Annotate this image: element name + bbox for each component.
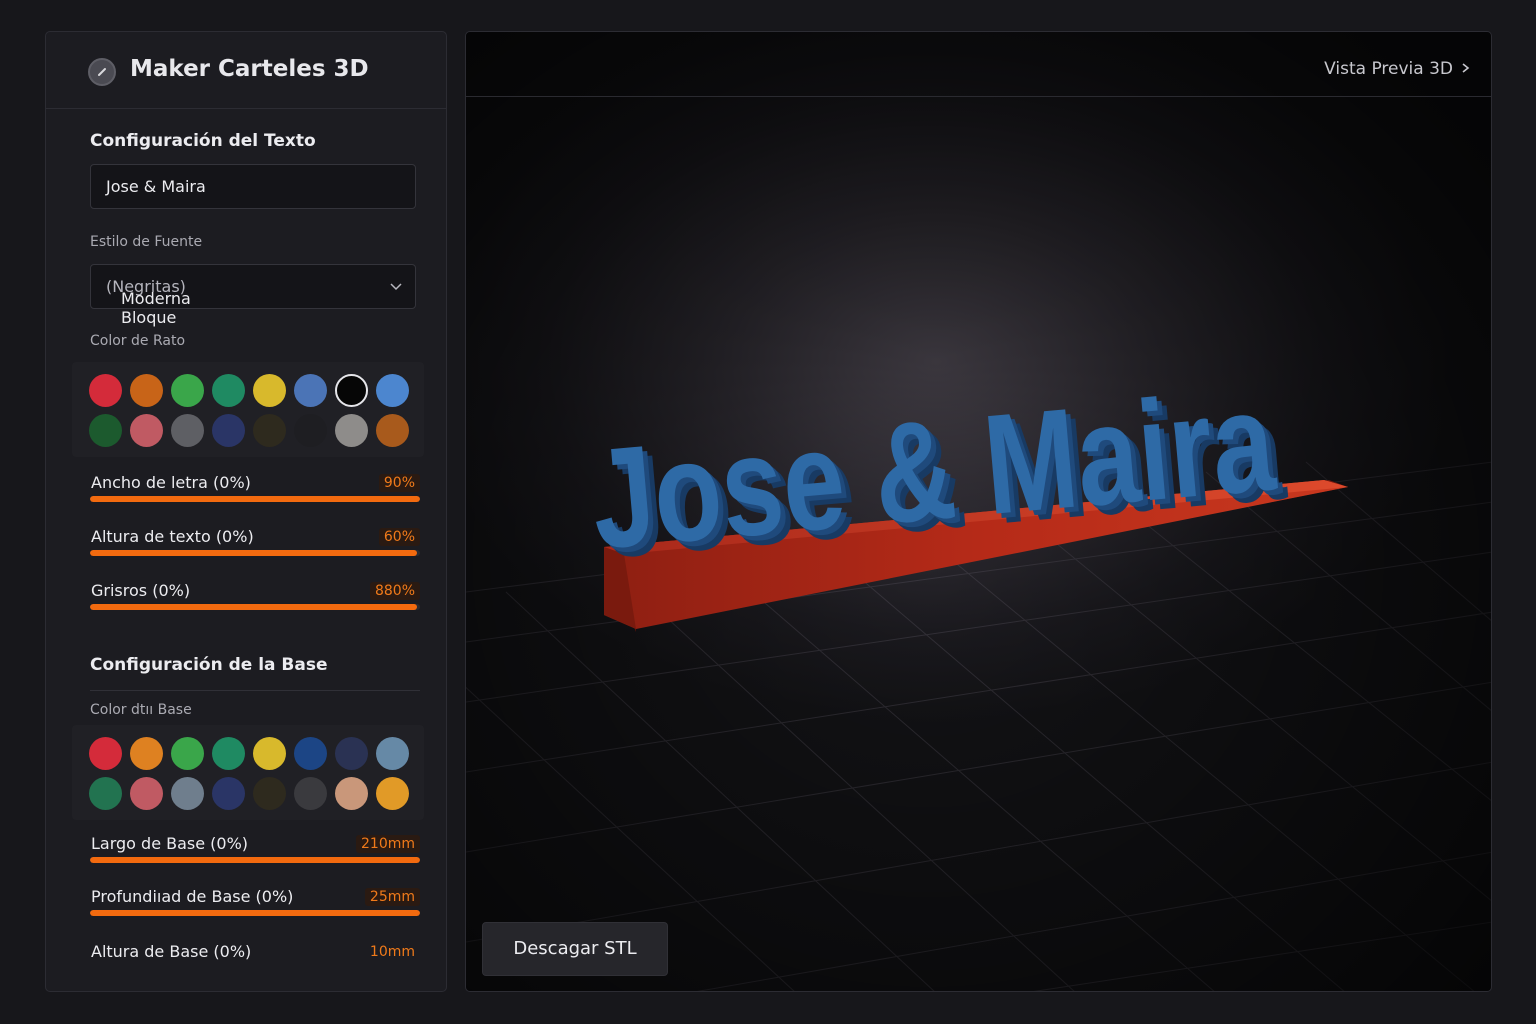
base-color-swatch[interactable]: [253, 777, 286, 810]
slider-fill: [90, 857, 420, 863]
section-divider: [90, 690, 420, 691]
slider-track[interactable]: [90, 550, 420, 556]
slider-value: 25mm: [364, 888, 420, 906]
slider-fill: [90, 496, 420, 502]
text-color-swatch[interactable]: [294, 374, 327, 407]
slider-track[interactable]: [90, 910, 420, 916]
sign-3d-viewport[interactable]: Jose & Maira Jose & Maira Jose & Maira: [466, 32, 1492, 992]
text-color-swatch[interactable]: [171, 374, 204, 407]
text-color-swatch[interactable]: [171, 414, 204, 447]
text-color-label: Color de Rato: [90, 333, 186, 349]
slider-track[interactable]: [90, 604, 420, 610]
slider-fill: [90, 910, 420, 916]
preview-title[interactable]: Vista Previa 3D: [1324, 59, 1453, 79]
text-color-swatch[interactable]: [253, 374, 286, 407]
text-color-swatch[interactable]: [130, 374, 163, 407]
text-color-swatch[interactable]: [294, 414, 327, 447]
slider-label: Ancho de letra (0%): [91, 473, 251, 492]
chevron-right-icon[interactable]: [1461, 62, 1471, 74]
slider-label: Grisros (0%): [91, 581, 191, 600]
chevron-down-icon: [390, 283, 402, 291]
panel-header: Maker Carteles 3D: [46, 32, 446, 109]
base-color-swatch[interactable]: [212, 737, 245, 770]
slider-track[interactable]: [90, 496, 420, 502]
text-config-title: Configuración del Texto: [90, 131, 316, 151]
logo-icon: [88, 58, 116, 86]
font-style-label: Estilo de Fuente: [90, 234, 203, 250]
slider-control[interactable]: Grisros (0%) 880%: [90, 581, 420, 621]
base-color-swatch[interactable]: [130, 737, 163, 770]
preview-header: Vista Previa 3D: [466, 32, 1491, 97]
slider-control[interactable]: Profundiıad de Base (0%) 25mm: [90, 887, 420, 927]
slider-control[interactable]: Altura de texto (0%) 60%: [90, 527, 420, 567]
slider-track[interactable]: [90, 857, 420, 863]
base-color-swatch[interactable]: [89, 777, 122, 810]
slider-label: Altura de Base (0%): [91, 942, 252, 961]
base-color-swatch[interactable]: [335, 777, 368, 810]
text-color-swatch[interactable]: [253, 414, 286, 447]
font-style-select[interactable]: Moderna Bloque (Negritas): [90, 264, 416, 327]
base-color-swatch[interactable]: [294, 737, 327, 770]
text-color-swatch[interactable]: [212, 414, 245, 447]
slider-value: 60%: [378, 528, 420, 546]
slider-value: 880%: [369, 582, 420, 600]
text-color-swatch[interactable]: [335, 374, 368, 407]
slider-label: Largo de Base (0%): [91, 834, 249, 853]
sign-text-input[interactable]: Jose & Maira: [90, 164, 416, 209]
base-color-swatch[interactable]: [376, 777, 409, 810]
base-color-palette: [72, 725, 424, 820]
text-color-swatch[interactable]: [376, 374, 409, 407]
base-color-swatch[interactable]: [130, 777, 163, 810]
settings-panel: Maker Carteles 3D Configuración del Text…: [45, 31, 447, 992]
base-config-title: Configuración de la Base: [90, 655, 328, 675]
slider-value: 90%: [378, 474, 420, 492]
text-color-swatch[interactable]: [212, 374, 245, 407]
sign-text-value: Jose & Maira: [106, 177, 206, 196]
slider-value: 210mm: [356, 835, 420, 853]
base-color-swatch[interactable]: [376, 737, 409, 770]
slider-fill: [90, 604, 417, 610]
slider-label: Altura de texto (0%): [91, 527, 254, 546]
base-color-label: Color dtıı Base: [90, 702, 192, 718]
slider-fill: [90, 550, 417, 556]
app-title: Maker Carteles 3D: [130, 56, 369, 82]
text-color-swatch[interactable]: [89, 414, 122, 447]
base-color-swatch[interactable]: [212, 777, 245, 810]
text-color-swatch[interactable]: [376, 414, 409, 447]
slider-control[interactable]: Ancho de letra (0%) 90%: [90, 473, 420, 513]
font-style-value: Moderna Bloque (Negritas): [106, 277, 191, 327]
slider-value: 10mm: [369, 944, 415, 960]
text-color-swatch[interactable]: [89, 374, 122, 407]
text-color-swatch[interactable]: [335, 414, 368, 447]
base-color-swatch[interactable]: [171, 737, 204, 770]
base-color-swatch[interactable]: [171, 777, 204, 810]
slider-label: Profundiıad de Base (0%): [91, 887, 294, 906]
base-color-swatch[interactable]: [335, 737, 368, 770]
download-stl-button[interactable]: Descagar STL: [482, 922, 668, 976]
base-color-swatch[interactable]: [253, 737, 286, 770]
text-color-palette: [72, 362, 424, 457]
text-color-swatch[interactable]: [130, 414, 163, 447]
base-color-swatch[interactable]: [89, 737, 122, 770]
slider-control[interactable]: Largo de Base (0%) 210mm: [90, 834, 420, 874]
base-color-swatch[interactable]: [294, 777, 327, 810]
preview-panel: Jose & Maira Jose & Maira Jose & Maira V…: [465, 31, 1492, 992]
slider-control[interactable]: Altura de Base (0%) 10mm: [90, 942, 420, 982]
